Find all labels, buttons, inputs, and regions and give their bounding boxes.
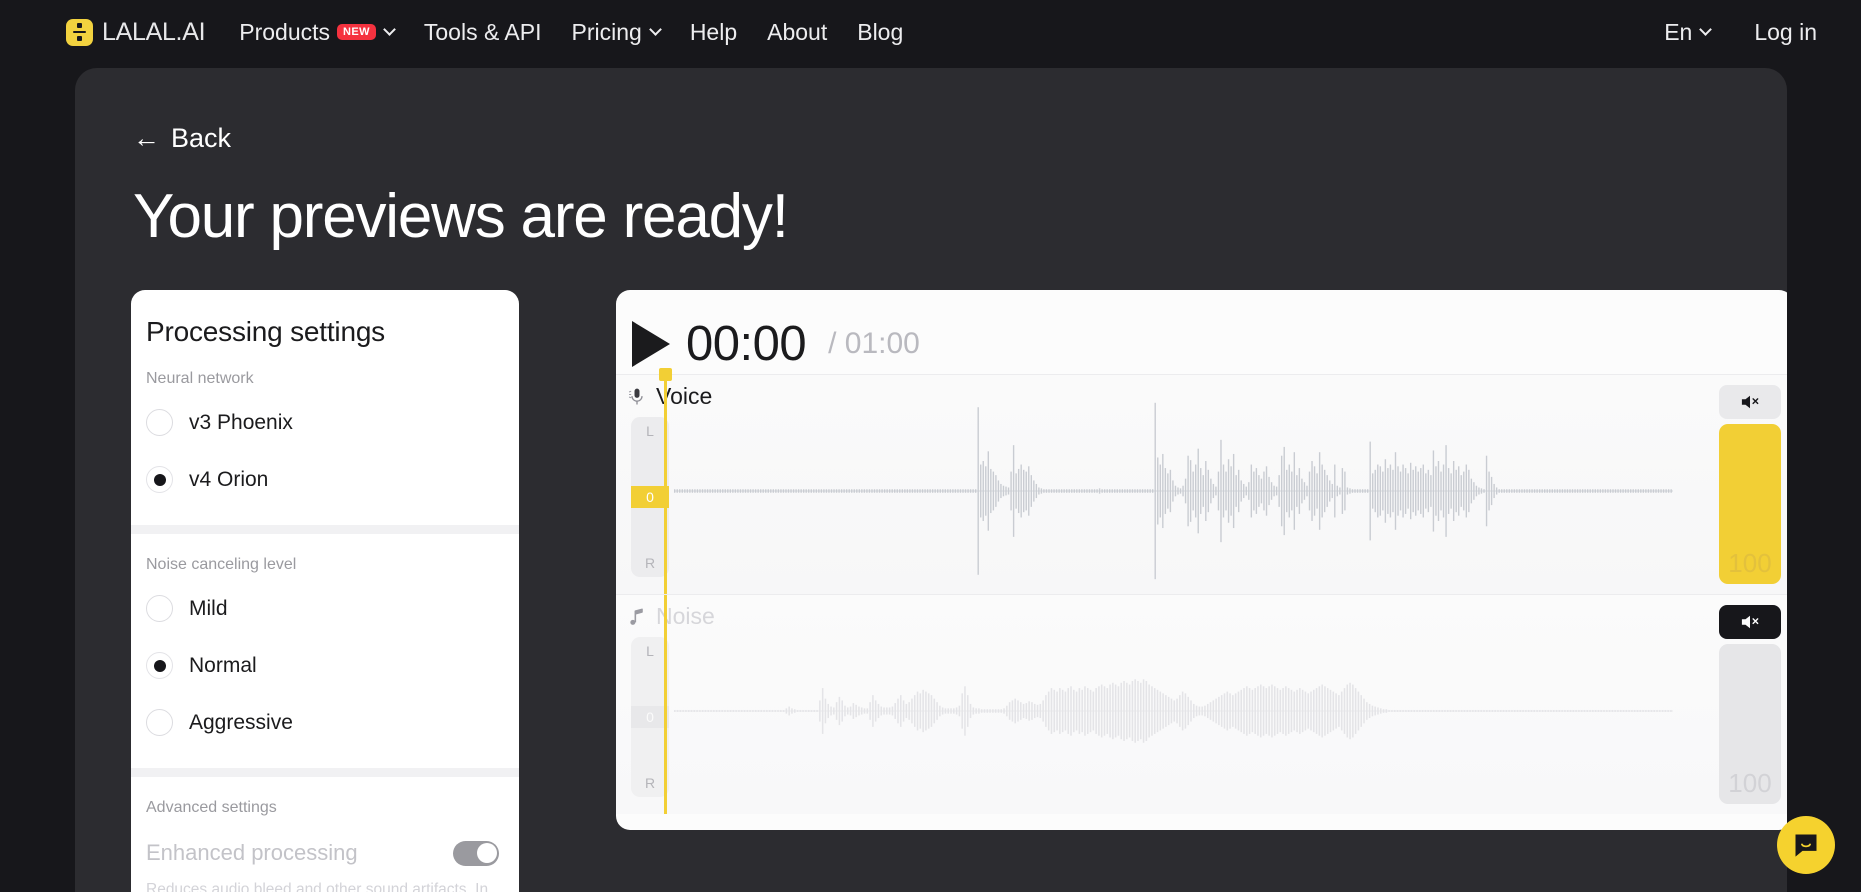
- track-voice-volume-slider[interactable]: 100: [1719, 424, 1781, 584]
- page-title: Your previews are ready!: [133, 182, 789, 251]
- group-label-noise-level: Noise canceling level: [146, 556, 297, 573]
- arrow-left-icon: ←: [133, 123, 160, 153]
- settings-divider-2: [131, 768, 519, 777]
- group-label-neural-network: Neural network: [146, 370, 254, 387]
- playhead-noise[interactable]: [664, 595, 667, 814]
- playhead-handle[interactable]: [659, 368, 672, 381]
- lalal-divide-logo-icon: [66, 18, 93, 46]
- nav-label-pricing: Pricing: [571, 18, 642, 45]
- back-button[interactable]: ← Back: [133, 123, 231, 154]
- enhanced-processing-toggle[interactable]: [453, 840, 499, 866]
- nav-label-tools-api: Tools & API: [423, 18, 542, 45]
- radio-label-mild: Mild: [189, 596, 228, 620]
- current-time: 00:00: [686, 317, 807, 371]
- settings-group-noise-level: Noise canceling level Mild Normal Aggres…: [131, 534, 519, 751]
- chevron-down-icon: [1699, 23, 1713, 36]
- enhanced-processing-row: Enhanced processing: [146, 829, 519, 877]
- nav-item-about[interactable]: About: [767, 19, 827, 46]
- group-label-advanced: Advanced settings: [146, 799, 277, 816]
- products-new-badge: NEW: [337, 24, 376, 40]
- brand-logo[interactable]: LALAL.AI: [66, 17, 206, 47]
- radio-icon-v4-orion: [146, 466, 173, 493]
- nav-item-tools-api[interactable]: Tools & API: [424, 19, 542, 46]
- logo-bar: [73, 30, 86, 34]
- track-noise: Noise L 0 R 100: [616, 594, 1787, 814]
- music-note-icon: [630, 608, 643, 625]
- track-voice: Voice L 0 R 100: [616, 368, 1787, 594]
- track-voice-header: Voice: [627, 383, 712, 410]
- radio-option-mild[interactable]: Mild: [146, 580, 519, 637]
- nav-item-help[interactable]: Help: [690, 19, 737, 46]
- player-header: 00:00 / 01:00: [616, 290, 1787, 374]
- top-navbar: LALAL.AI Products NEW Tools & API Pricin…: [0, 0, 1861, 64]
- radio-icon-v3-phoenix: [146, 409, 173, 436]
- radio-icon-aggressive: [146, 709, 173, 736]
- speaker-mute-icon: [1741, 395, 1759, 409]
- track-noise-header: Noise: [627, 603, 715, 630]
- nav-item-blog[interactable]: Blog: [857, 19, 903, 46]
- nav-label-blog: Blog: [857, 18, 904, 45]
- radio-label-v4-orion: v4 Orion: [189, 467, 269, 491]
- chevron-down-icon: [383, 23, 396, 36]
- radio-option-v3-phoenix[interactable]: v3 Phoenix: [146, 394, 519, 451]
- track-noise-volume-value: 100: [1728, 768, 1772, 798]
- track-voice-waveform[interactable]: [674, 401, 1673, 581]
- back-label: Back: [171, 123, 232, 153]
- microphone-icon: [628, 388, 643, 404]
- chat-bubble-icon: [1795, 834, 1817, 857]
- login-link[interactable]: Log in: [1754, 19, 1817, 46]
- radio-label-aggressive: Aggressive: [189, 710, 293, 734]
- chat-widget-button[interactable]: [1777, 816, 1835, 874]
- radio-option-v4-orion[interactable]: v4 Orion: [146, 451, 519, 508]
- settings-group-advanced: Advanced settings Enhanced processing Re…: [131, 777, 519, 892]
- settings-title: Processing settings: [146, 316, 385, 347]
- processing-settings-panel: Processing settings Neural network v3 Ph…: [131, 290, 519, 892]
- nav-label-products: Products: [239, 18, 330, 45]
- track-voice-volume-column: 100: [1719, 385, 1781, 584]
- track-noise-volume-column: 100: [1719, 605, 1781, 804]
- track-voice-mute-button[interactable]: [1719, 385, 1781, 419]
- radio-label-v3-phoenix: v3 Phoenix: [189, 410, 293, 434]
- radio-icon-mild: [146, 595, 173, 622]
- language-label: En: [1664, 18, 1693, 45]
- logo-dot-top: [76, 22, 83, 29]
- nav-right-group: En Log in: [1620, 19, 1861, 46]
- radio-option-normal[interactable]: Normal: [146, 637, 519, 694]
- radio-icon-normal: [146, 652, 173, 679]
- nav-item-products[interactable]: Products NEW: [239, 18, 396, 46]
- nav-item-pricing[interactable]: Pricing: [571, 18, 662, 46]
- play-icon[interactable]: [632, 321, 670, 367]
- track-noise-mute-button[interactable]: [1719, 605, 1781, 639]
- enhanced-processing-label: Enhanced processing: [146, 840, 358, 865]
- logo-dot-bottom: [76, 35, 83, 42]
- playhead-voice[interactable]: [659, 368, 672, 594]
- track-voice-volume-value: 100: [1728, 548, 1772, 578]
- track-noise-waveform[interactable]: [674, 621, 1673, 801]
- radio-option-aggressive[interactable]: Aggressive: [146, 694, 519, 751]
- audio-player-panel: 00:00 / 01:00 Voice L 0 R 100 Noise L 0 …: [616, 290, 1787, 830]
- page-card: ← Back Your previews are ready! Processi…: [75, 68, 1787, 892]
- radio-label-normal: Normal: [189, 653, 257, 677]
- nav-label-help: Help: [689, 18, 738, 45]
- track-noise-volume-slider[interactable]: 100: [1719, 644, 1781, 804]
- speaker-mute-icon: [1741, 615, 1759, 629]
- chevron-down-icon: [648, 23, 662, 36]
- settings-divider-1: [131, 525, 519, 534]
- nav-label-about: About: [767, 18, 828, 45]
- brand-name: LALAL.AI: [102, 17, 206, 46]
- settings-group-neural-network: Neural network v3 Phoenix v4 Orion: [131, 348, 519, 508]
- enhanced-processing-description: Reduces audio bleed and other sound arti…: [146, 881, 489, 892]
- login-label: Log in: [1754, 18, 1817, 45]
- nav-left-group: LALAL.AI Products NEW Tools & API Pricin…: [0, 18, 933, 47]
- total-time: / 01:00: [828, 327, 920, 360]
- language-selector[interactable]: En: [1664, 18, 1713, 46]
